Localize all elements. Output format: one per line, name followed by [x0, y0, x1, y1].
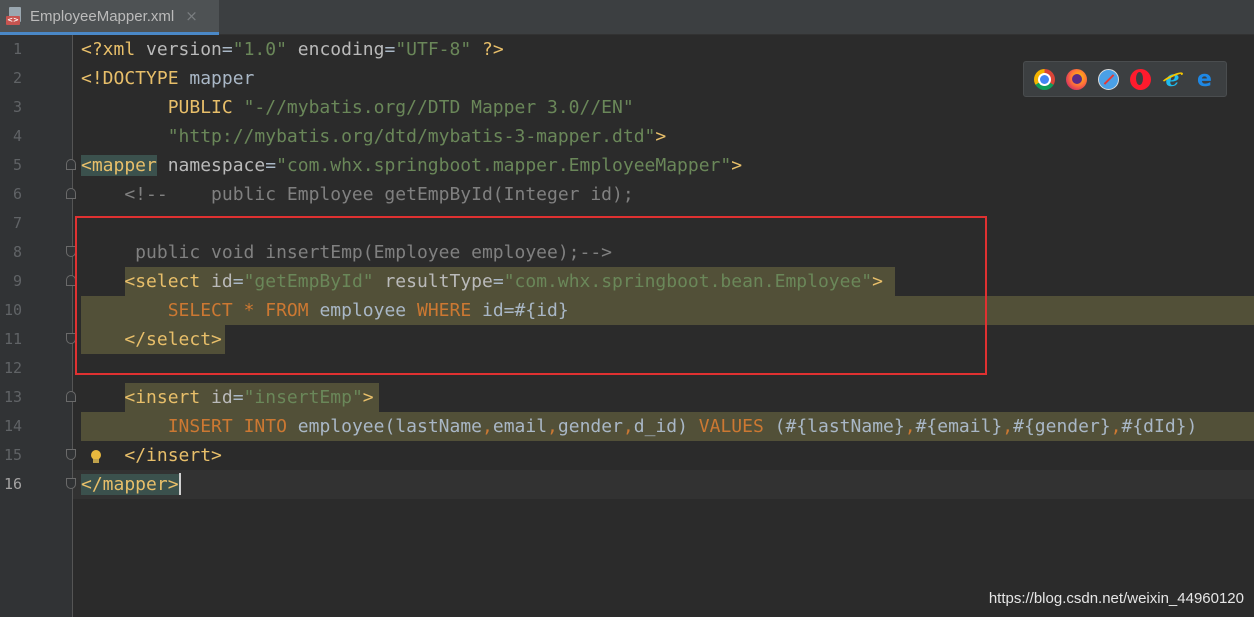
- fold-icon[interactable]: [66, 449, 76, 460]
- fold-icon[interactable]: [66, 478, 76, 489]
- code-line-1: 1 <?xml version="1.0" encoding="UTF-8" ?…: [0, 35, 1254, 64]
- browser-preview-toolbar: e e: [1023, 61, 1227, 97]
- code-line-16: 16 </mapper>: [0, 470, 1254, 499]
- code-line-5: 5 <mapper namespace="com.whx.springboot.…: [0, 151, 1254, 180]
- line-number: 1: [12, 40, 22, 58]
- fold-icon[interactable]: [66, 391, 76, 402]
- close-icon[interactable]: ×: [185, 7, 198, 25]
- line-number: 9: [12, 272, 22, 290]
- line-number: 10: [3, 301, 22, 319]
- line-number: 6: [12, 185, 22, 203]
- annotation-highlight-box: [75, 216, 987, 375]
- line-number: 5: [12, 156, 22, 174]
- line-number: 12: [3, 359, 22, 377]
- tab-label: EmployeeMapper.xml: [30, 7, 175, 25]
- code-line-3: 3 PUBLIC "-//mybatis.org//DTD Mapper 3.0…: [0, 93, 1254, 122]
- line-number: 2: [12, 69, 22, 87]
- line-number: 15: [3, 446, 22, 464]
- fold-icon[interactable]: [66, 159, 76, 170]
- tab-employeemapper-xml[interactable]: <> EmployeeMapper.xml ×: [0, 0, 219, 35]
- code-line-13: 13 <insert id="insertEmp">: [0, 383, 1254, 412]
- firefox-icon[interactable]: [1066, 68, 1087, 90]
- line-number: 4: [12, 127, 22, 145]
- xml-file-icon: <>: [6, 7, 24, 25]
- opera-icon[interactable]: [1130, 68, 1151, 90]
- fold-icon[interactable]: [66, 188, 76, 199]
- line-number: 3: [12, 98, 22, 116]
- line-number: 7: [12, 214, 22, 232]
- line-number: 16: [3, 475, 22, 493]
- line-number: 11: [3, 330, 22, 348]
- code-line-4: 4 "http://mybatis.org/dtd/mybatis-3-mapp…: [0, 122, 1254, 151]
- watermark-url: https://blog.csdn.net/weixin_44960120: [988, 590, 1244, 607]
- safari-icon[interactable]: [1098, 68, 1119, 90]
- internet-explorer-icon[interactable]: e: [1162, 68, 1183, 90]
- line-number: 13: [3, 388, 22, 406]
- code-line-6: 6 <!-- public Employee getEmpById(Intege…: [0, 180, 1254, 209]
- edge-icon[interactable]: e: [1194, 68, 1215, 90]
- line-number: 14: [3, 417, 22, 435]
- code-line-15: 15 </insert>: [0, 441, 1254, 470]
- editor-tab-bar: <> EmployeeMapper.xml ×: [0, 0, 1254, 35]
- chrome-icon[interactable]: [1034, 68, 1055, 90]
- line-number: 8: [12, 243, 22, 261]
- code-line-14: 14 INSERT INTO employee(lastName,email,g…: [0, 412, 1254, 441]
- text-caret: [179, 473, 181, 495]
